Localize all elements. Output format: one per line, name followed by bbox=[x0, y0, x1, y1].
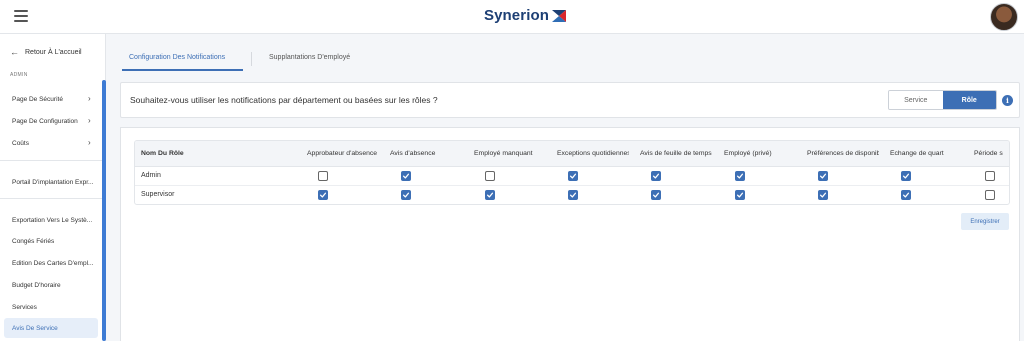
chevron-right-icon: › bbox=[88, 138, 91, 147]
checkbox-checked[interactable] bbox=[651, 171, 661, 181]
checkbox-checked[interactable] bbox=[568, 171, 578, 181]
sidebar-item-configuration[interactable]: Page De Configuration bbox=[12, 118, 96, 125]
check-icon bbox=[902, 173, 910, 179]
notification-mode-card: Souhaitez-vous utiliser les notification… bbox=[120, 82, 1020, 118]
user-avatar[interactable] bbox=[990, 3, 1018, 31]
checkbox-checked[interactable] bbox=[818, 190, 828, 200]
sidebar-scrollbar[interactable] bbox=[102, 80, 106, 341]
table-header: Nom Du Rôle Approbateur d'absence Avis d… bbox=[135, 141, 1009, 167]
chevron-right-icon: › bbox=[88, 94, 91, 103]
check-icon bbox=[486, 192, 494, 198]
check-icon bbox=[652, 192, 660, 198]
checkbox-checked[interactable] bbox=[401, 171, 411, 181]
notification-mode-toggle[interactable]: Service Rôle bbox=[888, 90, 997, 110]
check-icon bbox=[319, 192, 327, 198]
checkbox-checked[interactable] bbox=[735, 190, 745, 200]
chevron-right-icon: › bbox=[88, 116, 91, 125]
check-icon bbox=[402, 173, 410, 179]
logo-mark-icon bbox=[551, 9, 566, 22]
sidebar-item-service-notices-label: Avis De Service bbox=[12, 325, 58, 332]
back-link[interactable]: ← Retour À L'accueil bbox=[10, 47, 82, 57]
save-button[interactable]: Enregistrer bbox=[961, 213, 1009, 230]
tab-separator bbox=[251, 52, 252, 66]
sidebar: ← Retour À L'accueil ADMIN Page De Sécur… bbox=[0, 34, 106, 341]
column-header: Employé (privé) bbox=[724, 150, 772, 157]
checkbox-unchecked[interactable] bbox=[318, 171, 328, 181]
sidebar-item-schedule-budget[interactable]: Budget D'horaire bbox=[12, 282, 96, 289]
column-header: Période s bbox=[974, 150, 1003, 157]
column-header: Avis de feuille de temps bbox=[640, 150, 712, 157]
checkbox-checked[interactable] bbox=[485, 190, 495, 200]
sidebar-item-card-editing[interactable]: Édition Des Cartes D'empl... bbox=[12, 260, 96, 267]
checkbox-checked[interactable] bbox=[568, 190, 578, 200]
top-bar: Synerion bbox=[0, 0, 1024, 34]
column-header: Avis d'absence bbox=[390, 150, 436, 157]
tab-employee-overrides[interactable]: Supplantations D'employé bbox=[269, 54, 350, 61]
column-header: Employé manquant bbox=[474, 150, 533, 157]
checkbox-checked[interactable] bbox=[651, 190, 661, 200]
checkbox-unchecked[interactable] bbox=[985, 190, 995, 200]
table-row: Supervisor bbox=[135, 186, 1009, 204]
brand-logo: Synerion bbox=[484, 7, 566, 24]
checkbox-unchecked[interactable] bbox=[985, 171, 995, 181]
sidebar-item-implementation-portal[interactable]: Portail D'implantation Expr... bbox=[12, 179, 96, 186]
roles-table: Nom Du Rôle Approbateur d'absence Avis d… bbox=[134, 140, 1010, 205]
column-header: Approbateur d'absence bbox=[307, 150, 378, 157]
checkbox-checked[interactable] bbox=[735, 171, 745, 181]
toggle-option-service[interactable]: Service bbox=[889, 91, 943, 109]
check-icon bbox=[736, 173, 744, 179]
check-icon bbox=[569, 192, 577, 198]
check-icon bbox=[819, 192, 827, 198]
toggle-option-role[interactable]: Rôle bbox=[942, 91, 996, 109]
hamburger-icon[interactable] bbox=[14, 10, 28, 22]
checkbox-unchecked[interactable] bbox=[485, 171, 495, 181]
check-icon bbox=[736, 192, 744, 198]
logo-text: Synerion bbox=[484, 7, 549, 24]
checkbox-checked[interactable] bbox=[318, 190, 328, 200]
notification-mode-question: Souhaitez-vous utiliser les notification… bbox=[130, 95, 438, 105]
sidebar-item-export[interactable]: Exportation Vers Le Systè... bbox=[12, 217, 96, 224]
column-header: Exceptions quotidiennes bbox=[557, 150, 629, 157]
checkbox-checked[interactable] bbox=[818, 171, 828, 181]
check-icon bbox=[652, 173, 660, 179]
role-name: Supervisor bbox=[141, 191, 175, 198]
sidebar-item-holidays[interactable]: Congés Fériés bbox=[12, 238, 96, 245]
table-row: Admin bbox=[135, 167, 1009, 186]
tab-notification-config[interactable]: Configuration Des Notifications bbox=[129, 54, 225, 61]
section-label: ADMIN bbox=[10, 72, 28, 78]
check-icon bbox=[819, 173, 827, 179]
check-icon bbox=[402, 192, 410, 198]
checkbox-checked[interactable] bbox=[901, 171, 911, 181]
sidebar-divider bbox=[0, 198, 102, 199]
info-icon[interactable]: i bbox=[1002, 95, 1013, 106]
sidebar-item-security[interactable]: Page De Sécurité bbox=[12, 96, 96, 103]
column-header: Échange de quart bbox=[890, 150, 944, 157]
back-label: Retour À L'accueil bbox=[25, 48, 82, 56]
role-name: Admin bbox=[141, 172, 161, 179]
sidebar-item-costs[interactable]: Coûts bbox=[12, 140, 96, 147]
checkbox-checked[interactable] bbox=[901, 190, 911, 200]
active-tab-indicator bbox=[122, 69, 243, 71]
sidebar-divider bbox=[0, 160, 102, 161]
sidebar-item-services[interactable]: Services bbox=[12, 304, 96, 311]
column-header: Préférences de disponibilité bbox=[807, 150, 879, 157]
roles-table-card: Nom Du Rôle Approbateur d'absence Avis d… bbox=[120, 127, 1020, 341]
checkbox-checked[interactable] bbox=[401, 190, 411, 200]
column-header: Nom Du Rôle bbox=[141, 150, 184, 157]
arrow-left-icon: ← bbox=[10, 47, 19, 57]
check-icon bbox=[569, 173, 577, 179]
check-icon bbox=[902, 192, 910, 198]
